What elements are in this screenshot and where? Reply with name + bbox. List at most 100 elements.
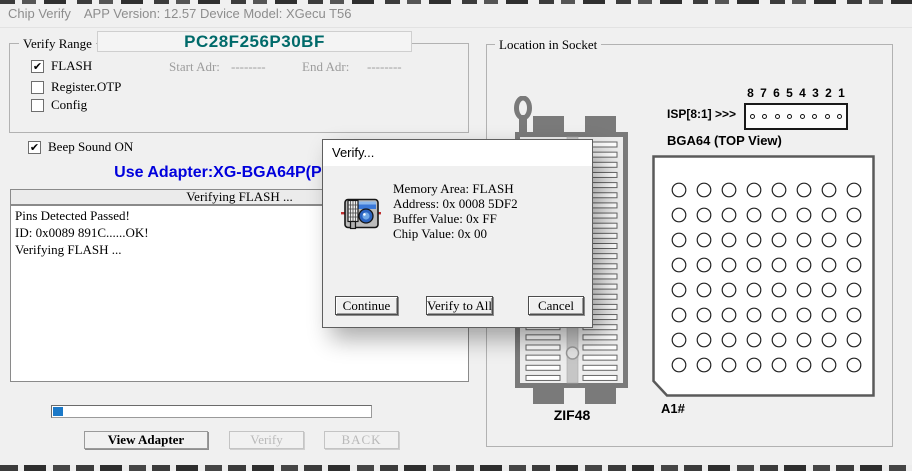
bga-ball	[697, 183, 711, 197]
verify-chip-icon	[341, 195, 381, 232]
bga-ball	[697, 333, 711, 347]
chip-verify-window: Chip Verify APP Version: 12.57 Device Mo…	[0, 0, 912, 471]
zif-pin-slot	[583, 355, 617, 360]
bga-ball	[797, 233, 811, 247]
bga-ball	[747, 208, 761, 222]
isp-pin-hole-icon	[762, 114, 767, 119]
register-otp-checkbox[interactable]	[31, 81, 44, 94]
start-adr-value: --------	[231, 59, 266, 75]
back-button[interactable]: BACK	[324, 431, 399, 449]
bga-ball	[722, 283, 736, 297]
bga-ball	[722, 258, 736, 272]
isp-pin-hole-icon	[787, 114, 792, 119]
bga-ball	[672, 308, 686, 322]
bga-ball	[697, 208, 711, 222]
verify-dialog: Verify... Memory Area: FLASH Address: 0x…	[322, 139, 593, 328]
flash-checkbox-row[interactable]: ✔ FLASH	[31, 58, 92, 74]
isp-pin-hole-icon	[837, 114, 842, 119]
zif-pin-slot	[526, 345, 560, 350]
bga-ball	[672, 333, 686, 347]
bga-ball	[697, 283, 711, 297]
bga-ball	[797, 258, 811, 272]
bga-ball	[722, 183, 736, 197]
zif-pin-slot	[583, 335, 617, 340]
isp-pin-hole-icon	[800, 114, 805, 119]
bga-ball	[847, 233, 861, 247]
chip-name-banner: PC28F256P30BF	[97, 31, 412, 52]
isp-pin-hole-icon	[825, 114, 830, 119]
verify-to-all-button[interactable]: Verify to All	[426, 296, 493, 315]
bga-ball	[822, 183, 836, 197]
bga-ball	[847, 283, 861, 297]
flash-checkbox-label: FLASH	[51, 58, 92, 74]
memory-area-line: Memory Area: FLASH	[393, 181, 518, 196]
zif-pin-slot	[526, 335, 560, 340]
view-adapter-button[interactable]: View Adapter	[84, 431, 208, 449]
bga-ball	[847, 333, 861, 347]
bga-ball	[822, 208, 836, 222]
bga-ball	[747, 283, 761, 297]
verify-range-group: Verify Range ✔ FLASH Start Adr: --------…	[9, 43, 469, 133]
flash-checkbox[interactable]: ✔	[31, 60, 44, 73]
isp-pin-box	[744, 103, 848, 130]
bga-ball	[797, 333, 811, 347]
bga-ball	[772, 258, 786, 272]
bga-ball	[822, 258, 836, 272]
isp-pin-number: 7	[760, 86, 767, 100]
clipped-window-below	[0, 465, 912, 471]
bga-ball	[697, 233, 711, 247]
end-adr-value: --------	[367, 59, 402, 75]
verify-button[interactable]: Verify	[229, 431, 304, 449]
beep-sound-checkbox-label: Beep Sound ON	[48, 139, 133, 155]
zif-pin-slot	[526, 375, 560, 380]
config-checkbox[interactable]	[31, 99, 44, 112]
location-in-socket-label: Location in Socket	[495, 37, 601, 53]
config-checkbox-label: Config	[51, 97, 87, 113]
bga-ball	[822, 283, 836, 297]
bga-ball	[772, 283, 786, 297]
a1-pin-marker-label: A1#	[661, 401, 685, 416]
isp-pin-number: 1	[838, 86, 845, 100]
chip-value-line: Chip Value: 0x 00	[393, 226, 518, 241]
bga-ball	[747, 258, 761, 272]
zif-pin-slot	[583, 365, 617, 370]
bga-ball	[672, 283, 686, 297]
beep-sound-checkbox-row[interactable]: ✔ Beep Sound ON	[28, 139, 133, 155]
bga-ball	[747, 233, 761, 247]
bga-ball	[697, 308, 711, 322]
bga-ball	[797, 308, 811, 322]
zif48-label: ZIF48	[522, 407, 622, 423]
bga-ball	[697, 258, 711, 272]
bga-ball	[672, 258, 686, 272]
bga64-top-view-label: BGA64 (TOP View)	[667, 133, 782, 148]
bga64-package-map	[652, 155, 875, 397]
beep-sound-checkbox[interactable]: ✔	[28, 141, 41, 154]
zif-pin-slot	[526, 355, 560, 360]
bga-ball	[722, 208, 736, 222]
zif-pin-slot	[583, 345, 617, 350]
bga-ball	[822, 308, 836, 322]
cancel-button[interactable]: Cancel	[528, 296, 584, 315]
isp-pin-number: 4	[799, 86, 806, 100]
bga-ball	[772, 358, 786, 372]
bga-ball	[797, 283, 811, 297]
zif-pin-slot	[526, 365, 560, 370]
verify-range-label: Verify Range	[19, 36, 96, 52]
bga-ball	[672, 358, 686, 372]
bga-ball	[747, 183, 761, 197]
buffer-value-line: Buffer Value: 0x FF	[393, 211, 518, 226]
bga-ball	[797, 358, 811, 372]
bga-ball	[672, 208, 686, 222]
window-title: Chip Verify	[8, 6, 71, 21]
continue-button[interactable]: Continue	[335, 296, 398, 315]
end-adr-label: End Adr:	[302, 59, 349, 75]
register-otp-checkbox-row[interactable]: Register.OTP	[31, 79, 121, 95]
isp-pin-hole-icon	[750, 114, 755, 119]
window-header: Chip Verify APP Version: 12.57 Device Mo…	[8, 6, 352, 21]
config-checkbox-row[interactable]: Config	[31, 97, 87, 113]
progress-fill	[53, 407, 63, 416]
bga-ball	[772, 208, 786, 222]
zif-pin-slot	[583, 375, 617, 380]
isp-pin-number: 8	[747, 86, 754, 100]
bga-ball	[697, 358, 711, 372]
